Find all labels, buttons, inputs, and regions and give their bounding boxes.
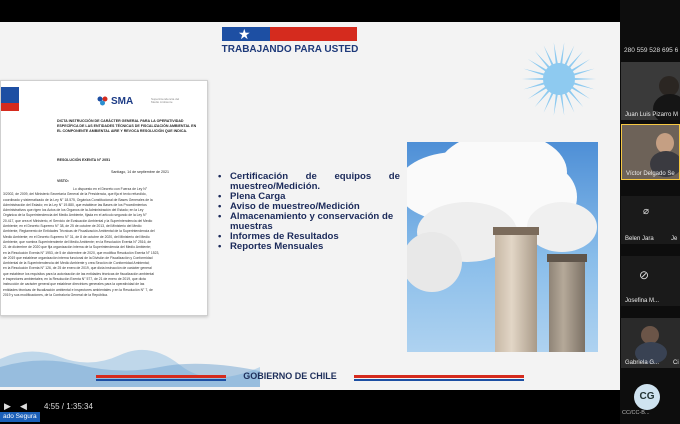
slide-bullet-list: Certificación de equipos de muestreo/Med… [218, 172, 400, 253]
footer-brand: GOBIERNO DE CHILE [243, 371, 337, 381]
participant-tile[interactable]: ⌀ Belen Jara Je [621, 196, 680, 244]
participant-tile[interactable]: Juan Luis Pizarro M [621, 62, 680, 120]
gov-logo-icon [1, 87, 19, 111]
participant-name: Belen Jara [625, 236, 654, 242]
participant-tile[interactable]: Gabriela G... Ci [621, 318, 680, 368]
chile-flag-stripe: ★ [222, 27, 357, 41]
video-off-icon: ⌀ [643, 206, 650, 217]
smokestack-photo [407, 142, 598, 352]
star-icon: ★ [238, 26, 251, 42]
sun-ray [560, 42, 565, 65]
shared-slide: ★ TRABAJANDO PARA USTED SMA Superintende… [0, 22, 620, 390]
sun-ray [553, 93, 558, 116]
sun-ray [523, 82, 545, 90]
playback-time: 4:55 / 1:35:34 [44, 402, 93, 411]
participant-name: Josefina M... [625, 298, 660, 304]
participant-name: Juan Luis Pizarro M [625, 112, 679, 118]
sun-ray [573, 68, 595, 76]
participant-name: Ci [673, 360, 679, 366]
participant-tile-speaking[interactable]: Víctor Delgado Se [621, 124, 680, 180]
document-line: 2019 y sus modificaciones, de la Contral… [3, 292, 108, 297]
sun-ray [553, 42, 558, 65]
document-body: Lo dispuesto en el Decreto con Fuerza de… [3, 187, 203, 298]
bullet-item: Almacenamiento y conservación de muestra… [218, 212, 400, 232]
sun-ray [573, 77, 596, 81]
sun-ray [573, 82, 595, 90]
slide-header-title: TRABAJANDO PARA USTED [221, 44, 359, 55]
sun-ray [560, 93, 565, 116]
participant-name: Víctor Delgado Se [626, 171, 675, 177]
participant-name: Je [671, 236, 678, 242]
video-player: ★ TRABAJANDO PARA USTED SMA Superintende… [0, 0, 680, 424]
playback-controls [0, 398, 620, 424]
resolution-number: RESOLUCIÓN EXENTA N° 2051 [57, 158, 111, 162]
meeting-id: 280 559 528 695 6 [624, 47, 679, 54]
sun-ray [523, 68, 545, 76]
visto-label: VISTO: [57, 179, 69, 183]
participant-name: Gabriela G... [625, 360, 660, 366]
sma-logo-subtitle: Superintendencia del Medio Ambiente [151, 97, 180, 104]
sma-logo-text: SMA [111, 96, 134, 107]
bullet-item: Reportes Mensuales [218, 242, 400, 253]
participant-tile[interactable]: ⊘ Josefina M... [621, 256, 680, 306]
sma-logo-icon [97, 96, 108, 106]
sun-icon [522, 42, 596, 116]
play-icon[interactable]: ▶ [4, 401, 11, 412]
volume-icon[interactable]: ◀ [20, 401, 27, 412]
document-title: DICTA INSTRUCCIÓN DE CARÁCTER GENERAL PA… [57, 119, 197, 133]
speaker-name-tag: ado Segura [0, 412, 40, 422]
video-off-icon: ⊘ [639, 268, 650, 282]
sun-ray [522, 77, 545, 81]
avatar[interactable]: CG [634, 384, 660, 410]
bullet-item: Certificación de equipos de muestreo/Med… [218, 172, 400, 192]
document-date: Santiago, 14 de septiembre de 2021 [111, 170, 169, 174]
resolution-document: SMA Superintendencia del Medio Ambiente … [0, 80, 208, 316]
slide-footer: GOBIERNO DE CHILE [0, 370, 620, 390]
captions-label: CC/CC-B... [622, 410, 650, 416]
